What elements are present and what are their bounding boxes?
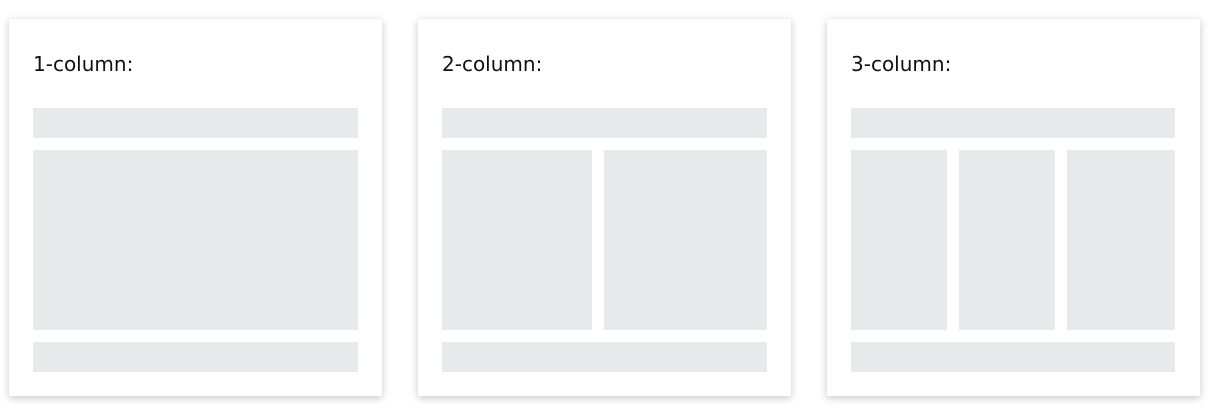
footer-placeholder [442,342,767,372]
column-placeholder [604,150,767,330]
header-placeholder [33,108,358,138]
footer-placeholder [33,342,358,372]
card-title: 3-column: [851,52,952,76]
header-placeholder [851,108,1175,138]
column-placeholder [851,150,947,330]
card-title: 1-column: [33,52,134,76]
column-placeholder [959,150,1055,330]
header-placeholder [442,108,767,138]
layout-card-1-column: 1-column: [9,19,382,396]
footer-placeholder [851,342,1175,372]
column-placeholder [1067,150,1175,330]
layout-card-2-column: 2-column: [418,19,791,396]
layout-card-3-column: 3-column: [827,19,1200,396]
column-placeholder [33,150,358,330]
column-placeholder [442,150,592,330]
card-title: 2-column: [442,52,543,76]
